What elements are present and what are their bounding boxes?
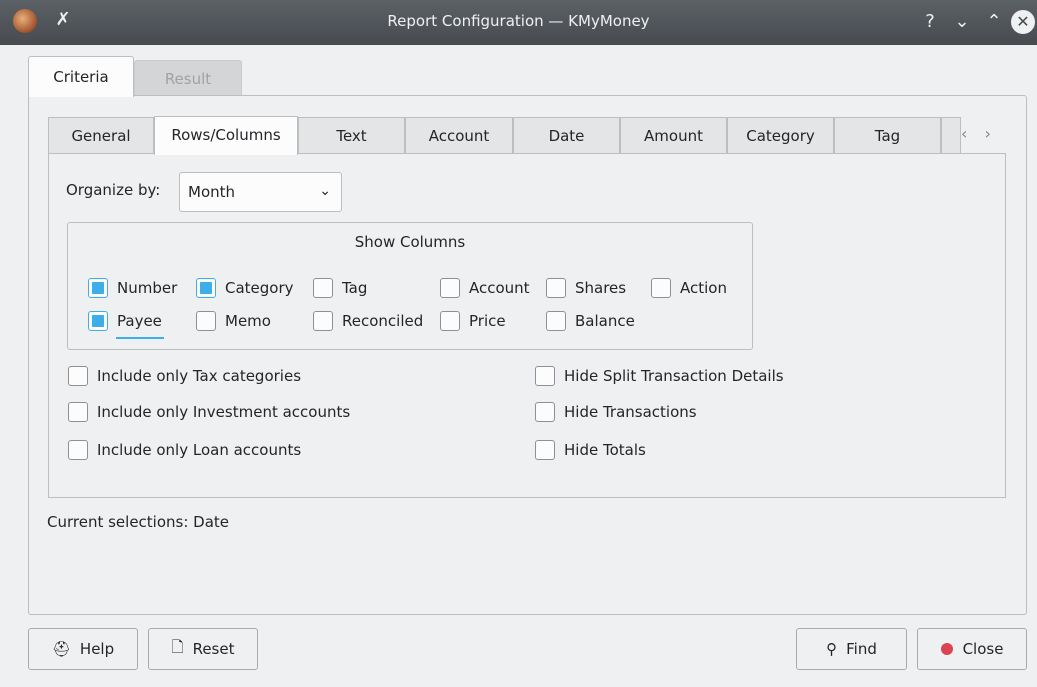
tag-checkbox-label: Tag [342,279,368,297]
checkbox-box[interactable] [88,278,108,298]
checkbox-box[interactable] [546,311,566,331]
organize-by-select[interactable]: Month ⌄ [179,172,342,212]
memo-checkbox-label: Memo [225,312,271,330]
maximize-button[interactable]: ⌃ [982,10,1006,34]
checkbox-box[interactable] [313,278,333,298]
tab-scroll-arrows-icon[interactable]: ‹ › [961,124,1001,143]
tab-overflow [941,117,961,154]
action-checkbox-label: Action [680,279,727,297]
tab-category[interactable]: Category [727,117,834,154]
loan-accounts-label: Include only Loan accounts [97,441,302,459]
reconciled-checkbox[interactable]: Reconciled [313,311,423,331]
search-icon: ⚲ [826,640,838,658]
number-checkbox[interactable]: Number [88,278,177,298]
reset-button-label: Reset [192,640,235,658]
help-button[interactable]: ⛑ Help [28,628,138,670]
criteria-tab-bar: General Rows/Columns Text Account Date A… [48,116,1006,155]
tab-text[interactable]: Text [298,117,405,154]
hide-split-details-label: Hide Split Transaction Details [564,367,784,385]
loan-accounts-checkbox[interactable]: Include only Loan accounts [68,440,301,460]
lifebuoy-icon: ⛑ [51,640,71,658]
checkbox-box[interactable] [535,366,555,386]
price-checkbox-label: Price [469,312,506,330]
investment-accounts-checkbox[interactable]: Include only Investment accounts [68,402,350,422]
checkbox-box[interactable] [535,402,555,422]
checkbox-box[interactable] [88,311,108,331]
close-button-label: Close [962,640,1004,658]
close-icon [940,643,953,655]
account-checkbox[interactable]: Account [440,278,530,298]
hide-transactions-label: Hide Transactions [564,403,697,421]
memo-checkbox[interactable]: Memo [196,311,271,331]
tab-criteria[interactable]: Criteria [28,56,134,97]
shares-checkbox-label: Shares [575,279,627,297]
tab-general[interactable]: General [48,117,154,154]
balance-checkbox[interactable]: Balance [546,311,635,331]
category-checkbox[interactable]: Category [196,278,294,298]
organize-by-label: Organize by: [66,181,161,199]
organize-by-value: Month [188,183,236,201]
tab-result[interactable]: Result [134,60,242,96]
number-checkbox-label: Number [117,279,178,297]
current-selections-text: Current selections: Date [47,513,230,531]
checkbox-box[interactable] [535,440,555,460]
balance-checkbox-label: Balance [575,312,635,330]
close-window-button[interactable]: ✕ [1011,10,1035,34]
reset-document-icon: 🗋 [171,637,184,656]
checkbox-box[interactable] [68,402,88,422]
investment-accounts-label: Include only Investment accounts [97,403,351,421]
tab-tag[interactable]: Tag [834,117,941,154]
tax-categories-checkbox[interactable]: Include only Tax categories [68,366,301,386]
checkbox-box[interactable] [313,311,333,331]
payee-checkbox[interactable]: Payee [88,311,162,331]
action-checkbox[interactable]: Action [651,278,727,298]
checkbox-box[interactable] [546,278,566,298]
account-checkbox-label: Account [469,279,530,297]
shares-checkbox[interactable]: Shares [546,278,626,298]
tab-account[interactable]: Account [405,117,513,154]
title-bar: ✗ Report Configuration — KMyMoney ? ⌄ ⌃ … [0,0,1037,45]
hide-split-details-checkbox[interactable]: Hide Split Transaction Details [535,366,784,386]
tag-checkbox[interactable]: Tag [313,278,367,298]
hide-totals-label: Hide Totals [564,441,646,459]
checkbox-box[interactable] [440,311,460,331]
reconciled-checkbox-label: Reconciled [342,312,424,330]
price-checkbox[interactable]: Price [440,311,506,331]
show-columns-title: Show Columns [354,233,466,251]
payee-checkbox-label: Payee [117,312,162,330]
close-button[interactable]: Close [917,628,1027,670]
category-checkbox-label: Category [225,279,294,297]
tab-date[interactable]: Date [513,117,620,154]
help-button-label: Help [79,640,115,658]
checkbox-box[interactable] [440,278,460,298]
hide-transactions-checkbox[interactable]: Hide Transactions [535,402,697,422]
help-titlebar-button[interactable]: ? [918,10,942,34]
hide-totals-checkbox[interactable]: Hide Totals [535,440,646,460]
focus-indicator [116,337,164,339]
tab-amount[interactable]: Amount [620,117,727,154]
checkbox-box[interactable] [196,311,216,331]
checkbox-box[interactable] [68,440,88,460]
tab-rows-columns[interactable]: Rows/Columns [154,116,298,155]
find-button[interactable]: ⚲ Find [796,628,907,670]
window-title: Report Configuration — KMyMoney [387,12,650,30]
find-button-label: Find [846,640,877,658]
checkbox-box[interactable] [651,278,671,298]
checkbox-box[interactable] [196,278,216,298]
tax-categories-label: Include only Tax categories [97,367,302,385]
reset-button[interactable]: 🗋 Reset [148,628,258,670]
chevron-down-icon: ⌄ [319,183,331,199]
checkbox-box[interactable] [68,366,88,386]
minimize-button[interactable]: ⌄ [950,10,974,34]
